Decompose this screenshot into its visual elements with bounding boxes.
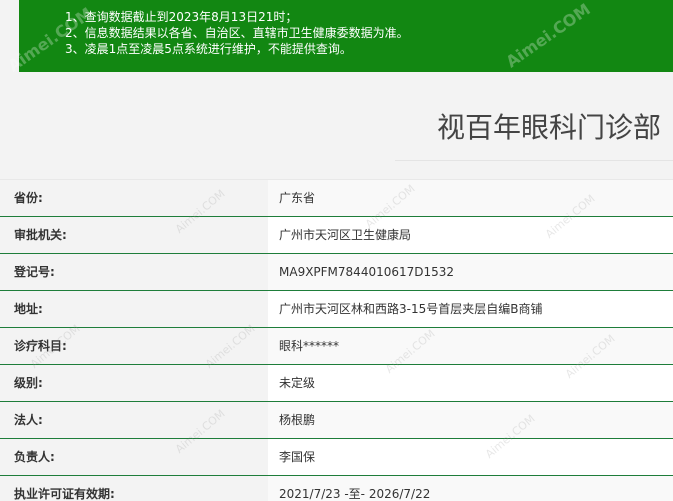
table-row-person-in-charge: 负责人: 李国保 (0, 439, 673, 476)
row-value: 2021/7/23 -至- 2026/7/22 (268, 476, 673, 501)
notice-line-2: 2、信息数据结果以各省、自治区、直辖市卫生健康委数据为准。 (65, 26, 409, 40)
detail-table: 省份: 广东省 审批机关: 广州市天河区卫生健康局 登记号: MA9XPFM78… (0, 179, 673, 501)
row-label: 地址: (0, 291, 268, 327)
page-title: 视百年眼科门诊部 (436, 111, 661, 144)
row-value: 眼科****** (268, 328, 673, 364)
row-label: 省份: (0, 180, 268, 216)
row-value: 广东省 (268, 180, 673, 216)
notice-banner: 1、查询数据截止到2023年8月13日21时； 2、信息数据结果以各省、自治区、… (4, 0, 673, 75)
row-label: 级别: (0, 365, 268, 401)
row-label: 法人: (0, 402, 268, 438)
row-label: 负责人: (0, 439, 268, 475)
table-row-province: 省份: 广东省 (0, 179, 673, 217)
row-label: 诊疗科目: (0, 328, 268, 364)
row-value: 广州市天河区林和西路3-15号首层夹层自编B商铺 (268, 291, 673, 327)
table-row-legal-person: 法人: 杨根鹏 (0, 402, 673, 439)
row-value: 未定级 (268, 365, 673, 401)
row-value: MA9XPFM7844010617D1532 (268, 254, 673, 290)
table-row-authority: 审批机关: 广州市天河区卫生健康局 (0, 217, 673, 254)
row-label: 审批机关: (0, 217, 268, 253)
notice-line-3: 3、凌晨1点至凌晨5点系统进行维护，不能提供查询。 (65, 42, 352, 56)
table-row-license-validity: 执业许可证有效期: 2021/7/23 -至- 2026/7/22 (0, 476, 673, 501)
row-value: 广州市天河区卫生健康局 (268, 217, 673, 253)
row-label: 登记号: (0, 254, 268, 290)
row-value: 李国保 (268, 439, 673, 475)
table-row-departments: 诊疗科目: 眼科****** (0, 328, 673, 365)
row-label: 执业许可证有效期: (0, 476, 268, 501)
table-row-level: 级别: 未定级 (0, 365, 673, 402)
table-row-registration-number: 登记号: MA9XPFM7844010617D1532 (0, 254, 673, 291)
page: 1、查询数据截止到2023年8月13日21时； 2、信息数据结果以各省、自治区、… (0, 0, 673, 501)
table-row-address: 地址: 广州市天河区林和西路3-15号首层夹层自编B商铺 (0, 291, 673, 328)
row-value: 杨根鹏 (268, 402, 673, 438)
title-divider (395, 160, 673, 161)
